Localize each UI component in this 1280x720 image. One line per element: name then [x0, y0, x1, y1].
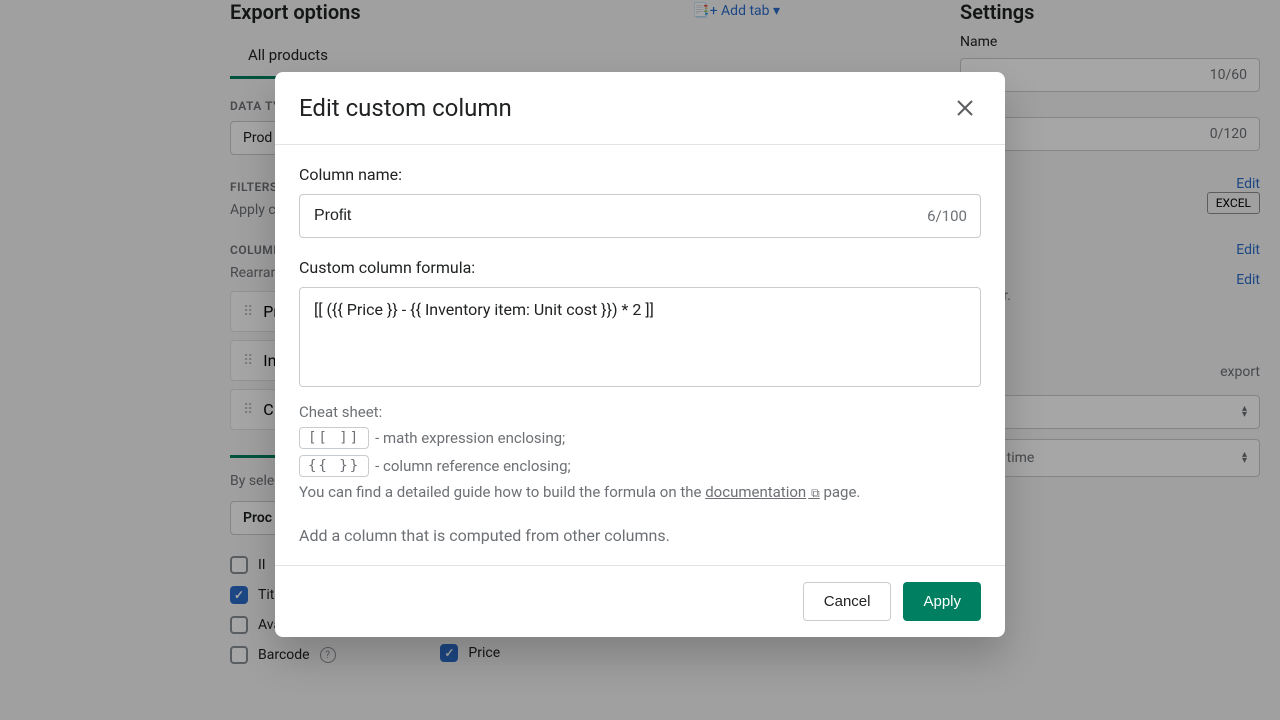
column-name-input[interactable] [299, 194, 981, 238]
cheat-code: {{ }} [299, 455, 369, 477]
column-name-label: Column name: [299, 165, 981, 184]
cheat-item: {{ }} - column reference enclosing; [299, 455, 981, 477]
doc-text: You can find a detailed guide how to bui… [299, 483, 981, 501]
formula-textarea[interactable] [299, 287, 981, 387]
close-button[interactable] [949, 92, 981, 124]
cheat-sheet-label: Cheat sheet: [299, 403, 981, 421]
modal-title: Edit custom column [299, 94, 512, 122]
documentation-link[interactable]: documentation ⧉ [705, 483, 820, 501]
apply-button[interactable]: Apply [903, 582, 981, 621]
formula-label: Custom column formula: [299, 258, 981, 277]
char-count: 6/100 [927, 207, 967, 225]
cancel-button[interactable]: Cancel [803, 582, 892, 621]
cheat-code: [[ ]] [299, 427, 369, 449]
external-link-icon: ⧉ [808, 486, 820, 500]
edit-custom-column-modal: Edit custom column Column name: 6/100 Cu… [275, 72, 1005, 637]
modal-description: Add a column that is computed from other… [299, 526, 981, 545]
close-icon [955, 98, 975, 118]
cheat-item: [[ ]] - math expression enclosing; [299, 427, 981, 449]
modal-overlay: Edit custom column Column name: 6/100 Cu… [0, 0, 1280, 720]
